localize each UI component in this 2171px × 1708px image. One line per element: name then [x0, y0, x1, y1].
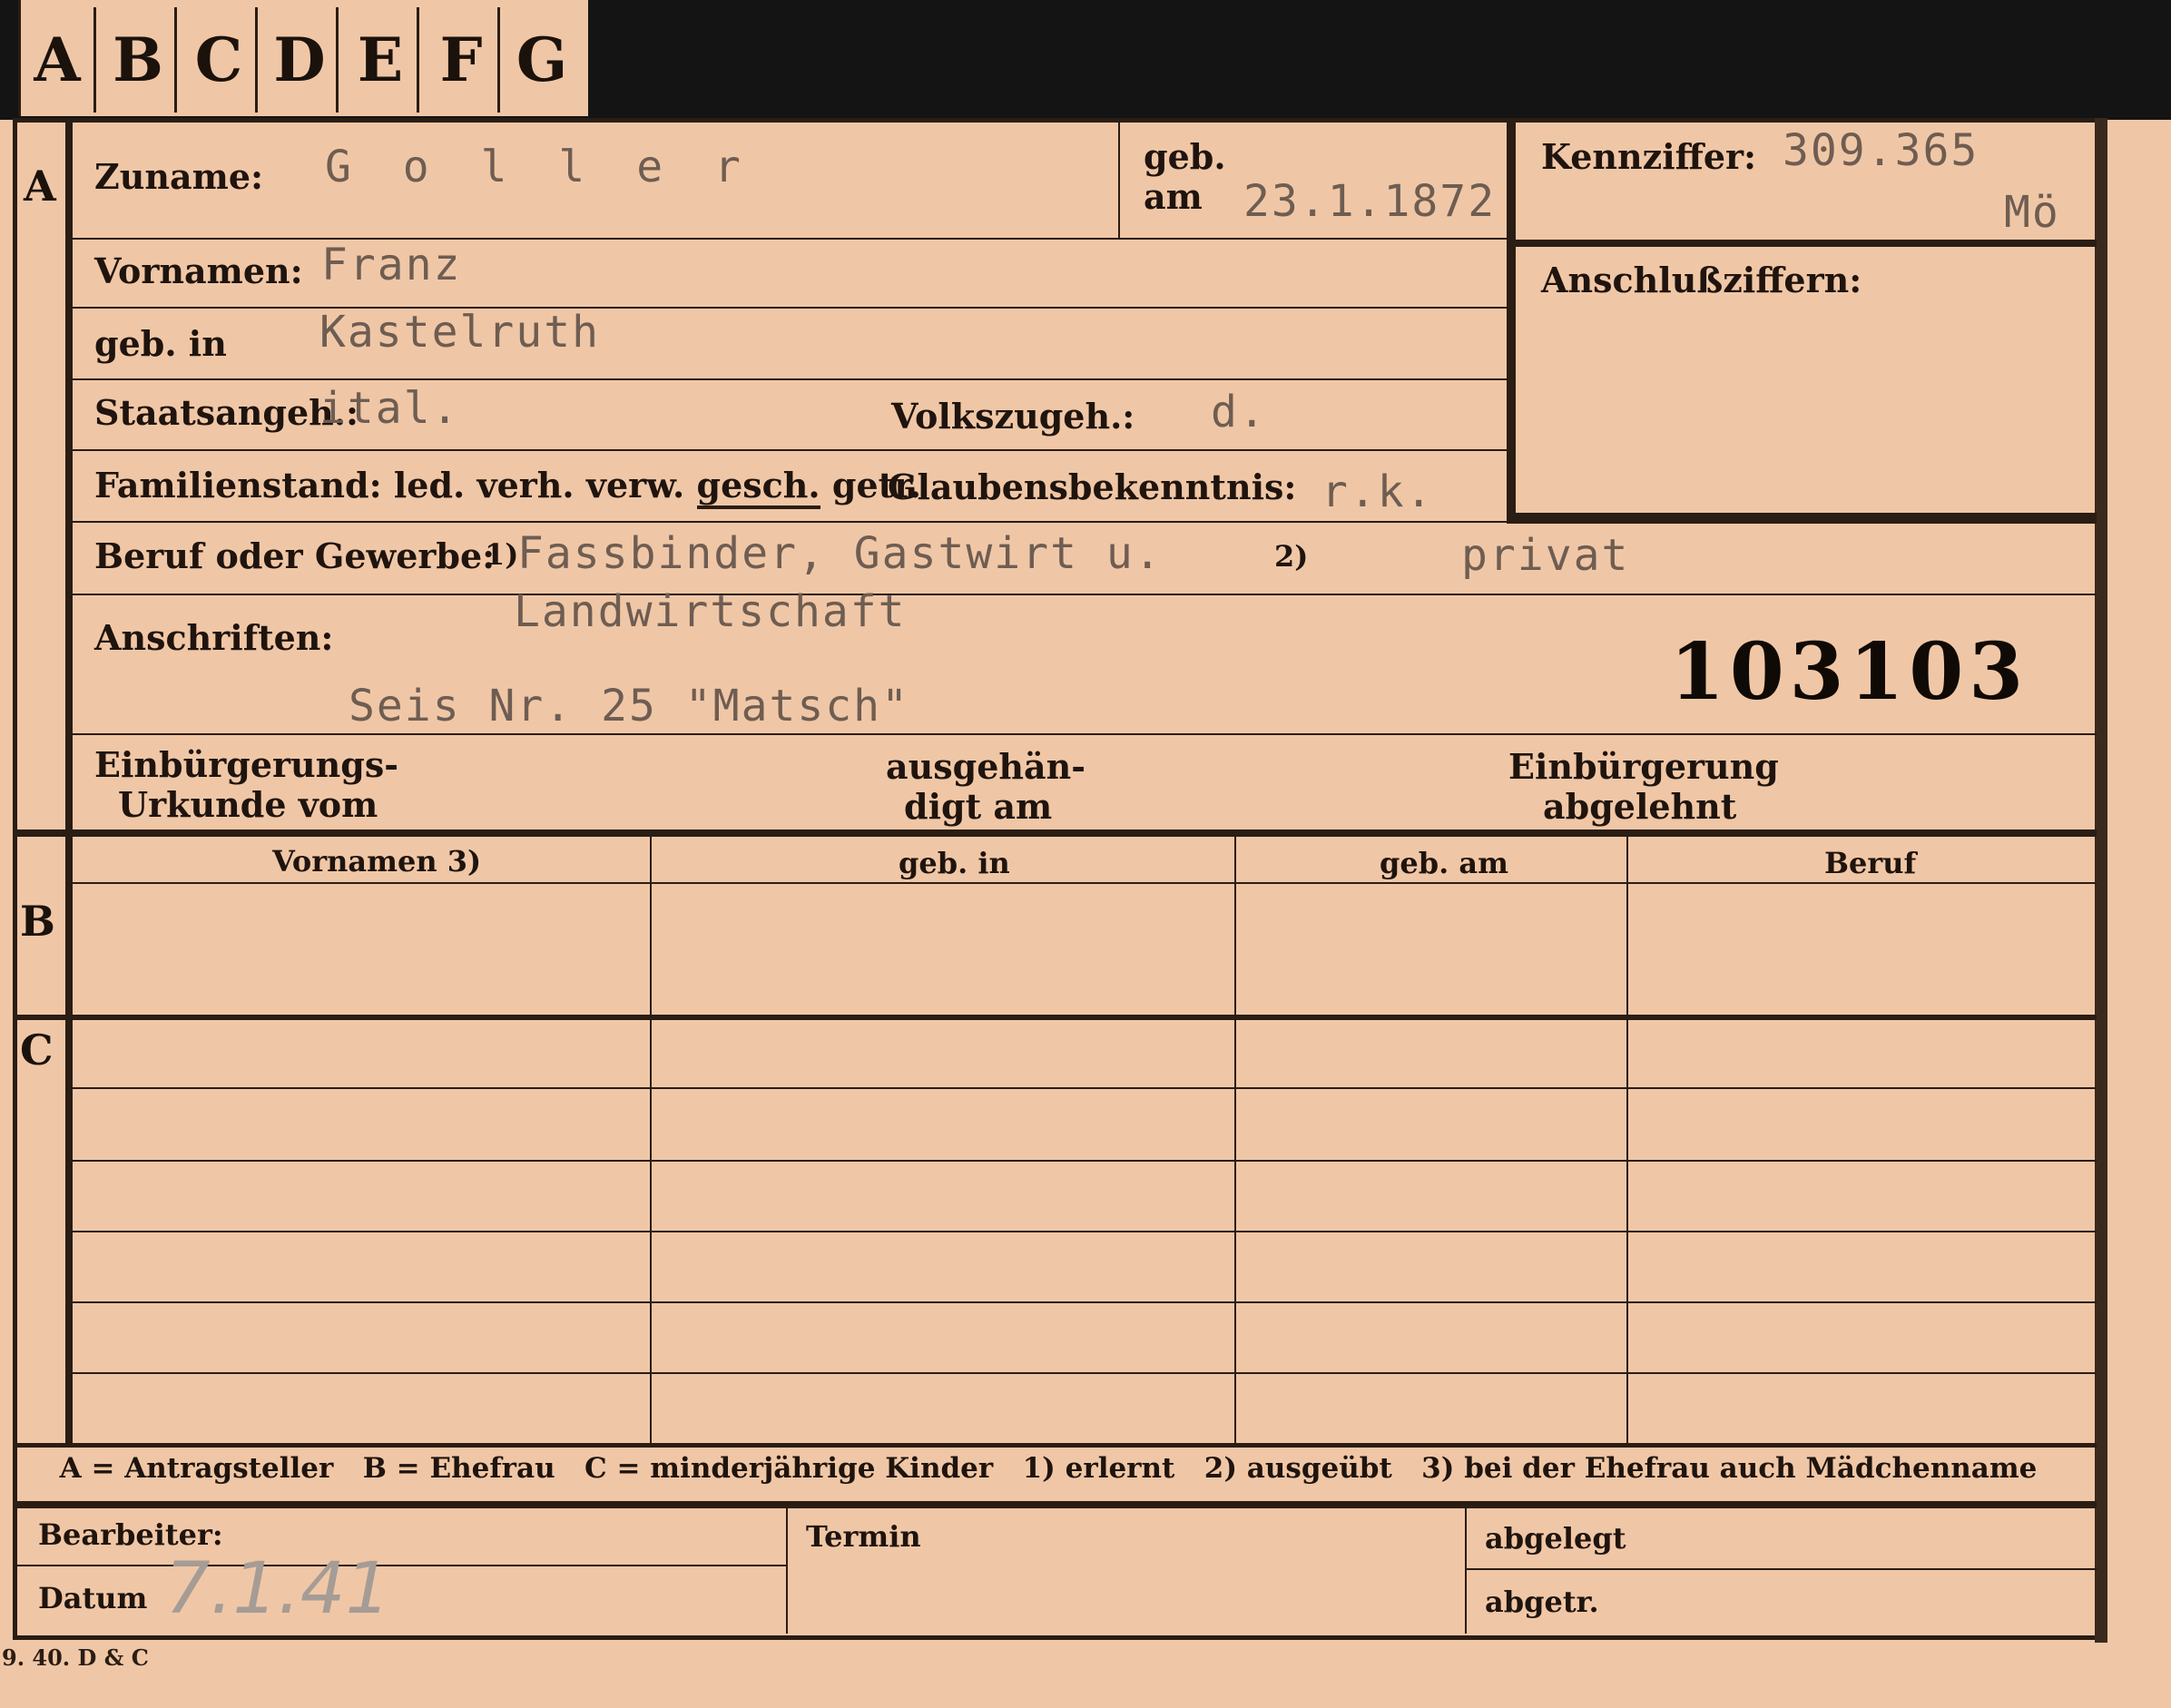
einbuergerung-urkunde-label-2: Urkunde vom: [118, 784, 378, 825]
datum-handwritten-value: 7.1.41: [165, 1548, 391, 1630]
geb-in-label: geb. in: [94, 323, 227, 364]
tab-d[interactable]: D: [263, 7, 339, 113]
familienstand-label: Familienstand: led. verh. verw. gesch. g…: [94, 465, 921, 509]
einbuergerung-abgelehnt-label-2: abgelehnt: [1543, 786, 1737, 827]
volkszugeh-label: Volkszugeh.:: [891, 396, 1135, 437]
table-row: [73, 1231, 2097, 1232]
geb-am-value: 23.1.1872: [1243, 176, 1497, 227]
anschrift-value: Seis Nr. 25 "Matsch": [349, 681, 909, 731]
right-shadow: [2095, 118, 2107, 1643]
bearbeiter-label: Bearbeiter:: [38, 1517, 223, 1552]
col-header-beruf: Beruf: [1824, 846, 1917, 880]
kennziffer-box-divider: [1516, 240, 2097, 247]
familienstand-selected: gesch.: [696, 465, 820, 509]
volkszugeh-value: d.: [1211, 387, 1267, 437]
beruf-erlernt-continued: Landwirtschaft: [514, 586, 907, 637]
kennziffer-label: Kennziffer:: [1541, 136, 1757, 177]
tab-f[interactable]: F: [425, 7, 500, 113]
col-header-geb-in: geb. in: [899, 846, 1010, 880]
col-divider-1: [650, 835, 652, 1443]
einbuergerung-abgelehnt-label-1: Einbürgerung: [1508, 746, 1779, 787]
section-a-label: A: [24, 162, 56, 211]
geb-am-divider: [1118, 123, 1120, 239]
table-row: [73, 1160, 2097, 1162]
vornamen-label: Vornamen:: [94, 250, 303, 291]
col-header-vornamen: Vornamen 3): [272, 844, 482, 879]
bottom-divider-1: [786, 1507, 788, 1634]
beruf-label: Beruf oder Gewerbe:: [94, 535, 496, 576]
tab-b[interactable]: B: [102, 7, 177, 113]
anschlussziffern-label: Anschlußziffern:: [1541, 260, 1862, 300]
geb-label: geb.: [1144, 136, 1226, 177]
tab-c[interactable]: C: [182, 7, 258, 113]
datum-label: Datum: [38, 1581, 148, 1615]
table-row: [73, 1087, 2097, 1089]
glaubensbekenntnis-label: Glaubensbekenntnis:: [888, 466, 1297, 507]
kennziffer-box-left: [1507, 123, 1516, 522]
section-column-divider: [65, 120, 73, 1445]
am-label: am: [1144, 176, 1203, 217]
print-mark: 9. 40. D & C: [2, 1644, 149, 1671]
stamped-number: 103103: [1670, 626, 2029, 718]
section-b-label: B: [20, 897, 55, 946]
termin-label: Termin: [806, 1519, 921, 1554]
abgetr-label: abgetr.: [1485, 1585, 1599, 1619]
section-c-label: C: [20, 1026, 54, 1075]
ausgehaendigt-label-1: ausgehän-: [886, 746, 1086, 787]
glaubensbekenntnis-value: r.k.: [1321, 466, 1434, 517]
table-row: [73, 1372, 2097, 1374]
col-header-geb-am: geb. am: [1380, 846, 1508, 880]
geb-in-value: Kastelruth: [319, 307, 600, 358]
ausgehaendigt-label-2: digt am: [904, 786, 1053, 827]
tab-a[interactable]: A: [21, 7, 96, 113]
kennziffer-suffix: Mö: [2004, 187, 2060, 238]
tab-e[interactable]: E: [344, 7, 419, 113]
zuname-value: G o l l e r: [325, 142, 753, 192]
familienstand-options: Familienstand: led. verh. verw.: [94, 465, 685, 506]
zuname-label: Zuname:: [94, 156, 264, 197]
abgelegt-label: abgelegt: [1485, 1521, 1626, 1556]
legend: A = Antragsteller B = Ehefrau C = minder…: [59, 1452, 2038, 1485]
bottom-divider-2: [1465, 1507, 1467, 1634]
beruf-ausgeuebt-value: privat: [1461, 530, 1630, 581]
note-2-marker: 2): [1274, 539, 1309, 574]
beruf-erlernt-value: Fassbinder, Gastwirt u.: [517, 528, 1163, 579]
note-1-marker: 1): [485, 537, 519, 572]
anschriften-label: Anschriften:: [94, 617, 334, 658]
table-row: [73, 1301, 2097, 1303]
section-ab-divider: [13, 829, 2097, 837]
tab-g[interactable]: G: [506, 7, 578, 113]
col-divider-3: [1626, 835, 1628, 1443]
section-bc-divider: [13, 1015, 2097, 1020]
vornamen-value: Franz: [321, 240, 462, 290]
einbuergerung-urkunde-label-1: Einbürgerungs-: [94, 744, 399, 785]
index-tabs: A B C D E F G: [18, 0, 588, 116]
staatsangeh-value: ital.: [319, 383, 460, 434]
kennziffer-value: 309.365: [1783, 125, 1979, 176]
col-divider-2: [1234, 835, 1236, 1443]
